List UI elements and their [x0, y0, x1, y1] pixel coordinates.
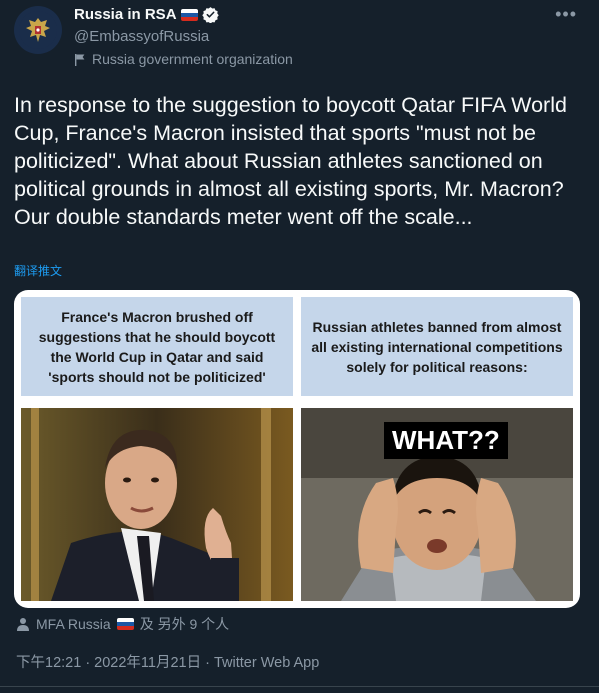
author-name-row: Russia in RSA — [74, 6, 219, 23]
verified-badge-icon — [201, 7, 219, 23]
person-icon — [17, 618, 29, 631]
russia-flag-icon — [180, 8, 198, 21]
government-label-text: Russia government organization — [92, 51, 293, 67]
macron-photo — [21, 408, 293, 601]
meme-what-text: WHAT?? — [384, 422, 508, 459]
meme-caption-right: Russian athletes banned from almost all … — [301, 297, 573, 396]
flag-icon — [75, 53, 85, 66]
russia-flag-icon — [116, 618, 134, 630]
tagged-others: 及 另外 9 个人 — [139, 616, 230, 632]
what-meme-photo: WHAT?? — [301, 408, 573, 601]
tagged-primary: MFA Russia — [36, 616, 111, 632]
double-headed-eagle-emblem-icon — [19, 11, 57, 49]
author-display-name[interactable]: Russia in RSA — [74, 6, 177, 23]
author-handle[interactable]: @EmbassyofRussia — [74, 28, 209, 45]
more-options-icon[interactable]: ••• — [555, 4, 577, 25]
tweet-media[interactable]: France's Macron brushed off suggestions … — [14, 290, 580, 608]
translate-tweet-link[interactable]: 翻译推文 — [14, 262, 62, 279]
tweet: Russia in RSA @EmbassyofRussia Russia go… — [0, 0, 599, 693]
divider — [0, 686, 599, 687]
government-label[interactable]: Russia government organization — [74, 51, 293, 67]
meme-caption-left: France's Macron brushed off suggestions … — [21, 297, 293, 396]
tweet-timestamp[interactable]: 下午12:21 · 2022年11月21日 · Twitter Web App — [16, 651, 319, 672]
tweet-text: In response to the suggestion to boycott… — [14, 93, 567, 229]
avatar[interactable] — [14, 6, 62, 54]
tagged-users[interactable]: MFA Russia 及 另外 9 个人 — [16, 614, 229, 634]
